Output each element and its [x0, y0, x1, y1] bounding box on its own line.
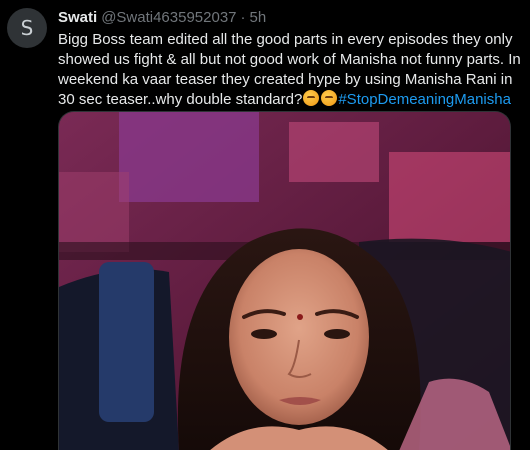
user-handle[interactable]: @Swati4635952037 [101, 8, 236, 28]
media-photo [59, 112, 510, 450]
separator-dot: · [240, 9, 246, 26]
tweet-content: Swati @Swati4635952037 · 5h Bigg Boss te… [58, 8, 521, 110]
tweet-media-image[interactable] [58, 111, 511, 450]
angry-face-emoji [321, 90, 338, 106]
angry-face-emoji [303, 90, 320, 106]
timestamp[interactable]: 5h [250, 8, 267, 28]
avatar[interactable]: S [7, 8, 47, 48]
tweet[interactable]: S Swati @Swati4635952037 · 5h Bigg Boss … [0, 0, 530, 450]
hashtag-link[interactable]: #StopDemeaningManisha [338, 91, 511, 108]
tweet-text: Bigg Boss team edited all the good parts… [58, 30, 526, 110]
display-name[interactable]: Swati [58, 8, 97, 28]
tweet-header: Swati @Swati4635952037 · 5h [58, 8, 520, 28]
